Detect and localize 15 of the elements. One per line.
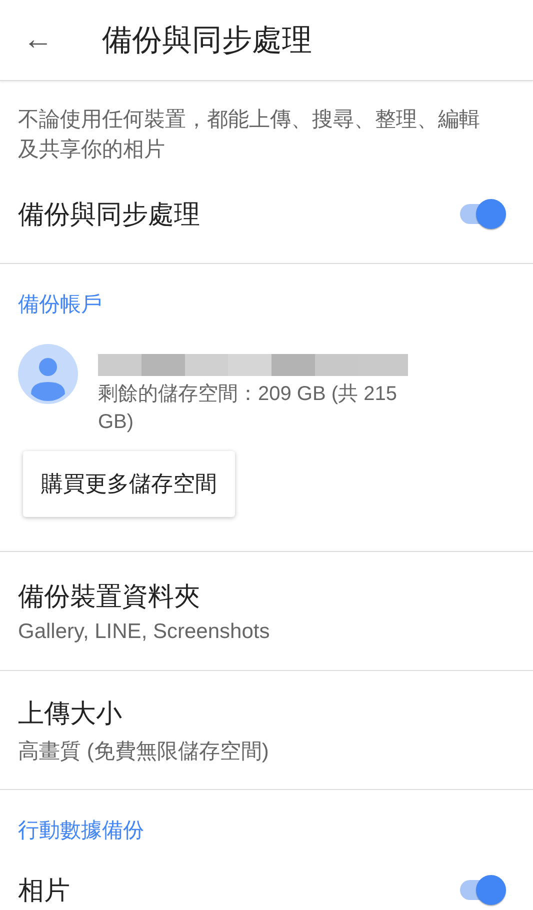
setting-title[interactable]: 上傳大小 bbox=[18, 696, 515, 730]
back-button[interactable]: ← bbox=[20, 25, 56, 55]
section-heading: 行動數據備份 bbox=[18, 818, 144, 844]
setting-subtitle: Gallery, LINE, Screenshots bbox=[18, 620, 271, 644]
avatar-icon bbox=[18, 344, 78, 404]
storage-text: 剩餘的儲存空間：209 GB (共 215 GB) bbox=[98, 382, 398, 435]
buy-storage-button[interactable]: 購買更多儲存空間 bbox=[23, 451, 235, 517]
section-heading: 備份帳戶 bbox=[18, 292, 102, 318]
setting-label: 相片 bbox=[18, 874, 70, 906]
description-text: 不論使用任何裝置，都能上傳、搜尋、整理、編輯及共享你的相片 bbox=[17, 107, 481, 163]
page-title: 備份與同步處理 bbox=[102, 22, 312, 58]
setting-title[interactable]: 備份裝置資料夾 bbox=[18, 578, 515, 614]
toggle-switch[interactable] bbox=[457, 874, 507, 906]
setting-subtitle: 高畫質 (免費無限儲存空間) bbox=[18, 738, 270, 764]
setting-label: 備份與同步處理 bbox=[18, 198, 200, 230]
